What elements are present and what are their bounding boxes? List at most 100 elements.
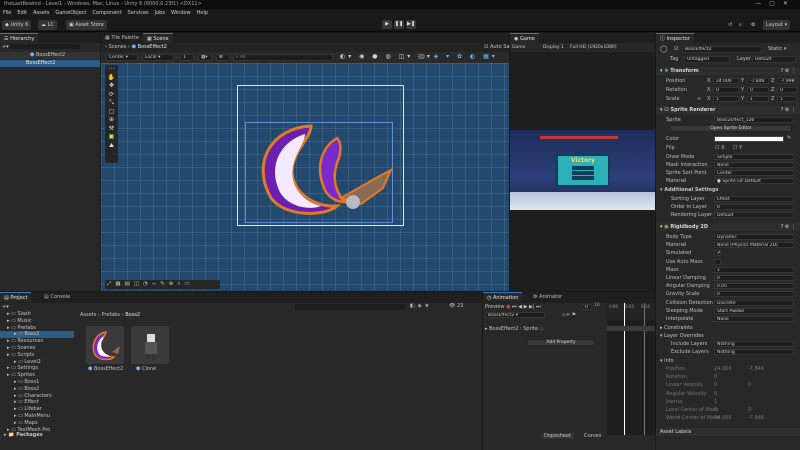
next-frame-icon[interactable]: ▶| — [529, 304, 535, 310]
rigidbody-prop-value[interactable] — [714, 258, 721, 265]
tab-hierarchy[interactable]: ☰ Hierarchy — [0, 33, 39, 43]
rigidbody-prop-value[interactable]: 1 — [714, 266, 794, 273]
rigidbody-prop-value[interactable]: 0 — [714, 275, 794, 281]
tab-tile-palette[interactable]: ▦ Tile Palette — [101, 33, 143, 43]
curves-tab[interactable]: Curves — [581, 433, 604, 439]
hierarchy-root-item[interactable]: ⬢ BossEffect2 — [0, 52, 100, 59]
component-menu-icon[interactable]: ? ⚙ ⋮ — [781, 106, 796, 114]
rendering-layer-dropdown[interactable]: Default — [714, 212, 794, 218]
object-name-field[interactable]: BossEffect2 — [682, 46, 762, 53]
rigidbody-prop-value[interactable]: Start Awake — [714, 307, 794, 314]
packages-folder[interactable]: ▸ 📁 Packages — [4, 432, 43, 439]
rotation-x-field[interactable]: 0 — [713, 87, 739, 93]
tag-dropdown[interactable]: Untagged — [684, 56, 730, 63]
custom-tool-icon[interactable]: ⚒ — [105, 125, 118, 134]
eyedropper-icon[interactable]: ✎ — [787, 135, 791, 142]
menu-edit[interactable]: Edit — [17, 9, 27, 18]
last-frame-icon[interactable]: ⏭ — [536, 304, 541, 310]
rigidbody-prop-value[interactable]: ✔ — [714, 250, 721, 257]
snap-field[interactable]: 1 — [180, 54, 194, 61]
increment-snap-icon[interactable]: ⊞ — [216, 54, 230, 61]
rigidbody-prop-value[interactable]: None — [714, 316, 794, 322]
link-icon[interactable]: ∞ — [697, 96, 701, 103]
move-tool-icon[interactable]: ✥ — [105, 82, 118, 91]
transform-tool-icon[interactable]: ⊕ — [105, 116, 118, 125]
menu-help[interactable]: Help — [197, 9, 208, 18]
play-anim-icon[interactable]: ▶ — [524, 304, 528, 310]
timeline-ruler[interactable]: 0:00 0:05 0:10 — [607, 303, 655, 320]
asset-thumb-clone[interactable] — [131, 326, 169, 364]
material-field[interactable]: ● Sprite-Lit-Default — [714, 178, 794, 184]
add-property-button[interactable]: Add Property — [527, 339, 595, 346]
sprite-renderer-header[interactable]: ▾ ☑ Sprite Renderer? ⚙ ⋮ — [656, 106, 800, 114]
tab-scene[interactable]: ▦ Scene — [143, 33, 173, 43]
mesh-tool-icon[interactable]: ⛰ — [105, 142, 118, 151]
menu-services[interactable]: Services — [128, 9, 149, 18]
menu-gameobject[interactable]: GameObject — [55, 9, 86, 18]
position-x-field[interactable]: 24.006 — [713, 78, 739, 84]
tab-project[interactable]: ▤ Project — [0, 292, 32, 302]
grid-snap-icon[interactable]: ▦▾ — [198, 54, 212, 61]
tab-console[interactable]: ▤ Console — [40, 292, 74, 302]
open-sprite-editor-button[interactable]: Open Sprite Editor — [670, 125, 792, 132]
info-foldout[interactable]: ▾ Info — [660, 358, 674, 365]
drag-handle-icon[interactable]: ⋯ — [105, 65, 118, 74]
clip-dropdown[interactable]: BossEffect2 ▾ — [485, 312, 545, 318]
create-asset-button[interactable]: +▾ — [2, 304, 9, 310]
rotate-tool-icon[interactable]: ⟳ — [105, 91, 118, 100]
search-icon[interactable]: ⌕ — [736, 20, 745, 30]
transform-header[interactable]: ▾ ✥ Transform? ⚙ ⋮ — [656, 67, 800, 75]
position-z-field[interactable]: -7.998 — [777, 78, 797, 84]
scene-gizmo-options[interactable]: ▭ ◈ ▾ ✿ ◐ ▦▾ — [420, 53, 498, 60]
scale-x-field[interactable]: 1 — [713, 96, 739, 102]
menu-jobs[interactable]: Jobs — [155, 9, 165, 18]
hierarchy-search[interactable] — [10, 44, 81, 49]
dopesheet-tab[interactable]: Dopesheet — [541, 433, 575, 439]
record-icon[interactable]: ● — [506, 304, 510, 310]
flip-x-toggle[interactable]: ☐ X — [715, 145, 725, 152]
rigidbody-header[interactable]: ▾ ◉ Rigidbody 2D? ⚙ ⋮ — [656, 223, 800, 231]
draw-mode-dropdown[interactable]: Simple — [714, 154, 794, 160]
menu-button[interactable] — [572, 176, 594, 180]
flip-y-toggle[interactable]: ☐ Y — [733, 145, 742, 152]
display-dropdown[interactable]: Display 1 — [527, 45, 564, 50]
additional-settings-foldout[interactable]: ▾ Additional Settings — [660, 187, 719, 194]
space-dropdown[interactable]: Local ▾ — [142, 54, 174, 61]
settings-icon[interactable]: ⚙ — [748, 20, 758, 30]
project-filter-icons[interactable]: ◧◈★ — [410, 303, 432, 309]
sprite-field[interactable]: Boss2Effect_126 — [714, 117, 794, 123]
static-toggle[interactable]: Static ▾ — [768, 46, 786, 53]
account-button[interactable]: ◆ Unity 6 — [2, 20, 32, 30]
scale-y-field[interactable]: 1 — [747, 96, 769, 102]
menu-button[interactable] — [572, 166, 594, 170]
game-viewport[interactable]: Victory — [510, 130, 655, 210]
rigidbody-prop-value[interactable]: None (Physics Material 2D) — [714, 242, 794, 249]
frame-field[interactable]: 0 — [582, 304, 592, 310]
position-y-field[interactable]: -7.846 — [747, 78, 769, 84]
tile-tools-overlay[interactable]: ⤢▦▤◫◔⌒✎⊕⌕▭ — [105, 280, 220, 289]
resolution-dropdown[interactable]: Full HD (1920x1080) — [565, 45, 616, 50]
layer-dropdown[interactable]: Default — [752, 56, 796, 63]
order-in-layer-field[interactable]: 0 — [714, 204, 794, 210]
rect-tool-icon[interactable]: ▢ — [105, 108, 118, 117]
keyframe-row[interactable] — [607, 326, 655, 331]
sprite-tool-icon[interactable]: ▣ — [105, 133, 118, 142]
lc-button[interactable]: ☁ LC — [38, 20, 57, 30]
keyframe-tools[interactable]: ◇+ ⚑ — [562, 312, 576, 318]
hand-tool-icon[interactable]: ✋ — [105, 74, 118, 83]
project-search[interactable] — [295, 304, 405, 310]
rigidbody-prop-value[interactable]: Dynamic — [714, 234, 794, 240]
tab-game[interactable]: ◉ Game — [510, 33, 539, 43]
component-menu-icon[interactable]: ? ⚙ ⋮ — [781, 67, 796, 75]
sorting-layer-dropdown[interactable]: Effect — [714, 196, 794, 202]
remove-property-icon[interactable]: ◇ — [540, 326, 544, 332]
add-icon[interactable]: +▾ — [2, 44, 9, 50]
sort-point-dropdown[interactable]: Center — [714, 170, 794, 176]
tab-inspector[interactable]: ⓘ Inspector — [656, 33, 694, 43]
step-button[interactable]: ▶❚ — [406, 20, 416, 29]
play-button[interactable]: ▶ — [382, 20, 392, 29]
property-row[interactable]: ▸ BossEffect2 : Sprite ◇ — [485, 326, 544, 333]
hierarchy-item[interactable]: BossEffect2 — [0, 60, 100, 67]
constraints-foldout[interactable]: ▸ Constraints — [660, 325, 693, 332]
layout-dropdown[interactable]: Layout ▾ — [763, 20, 791, 30]
